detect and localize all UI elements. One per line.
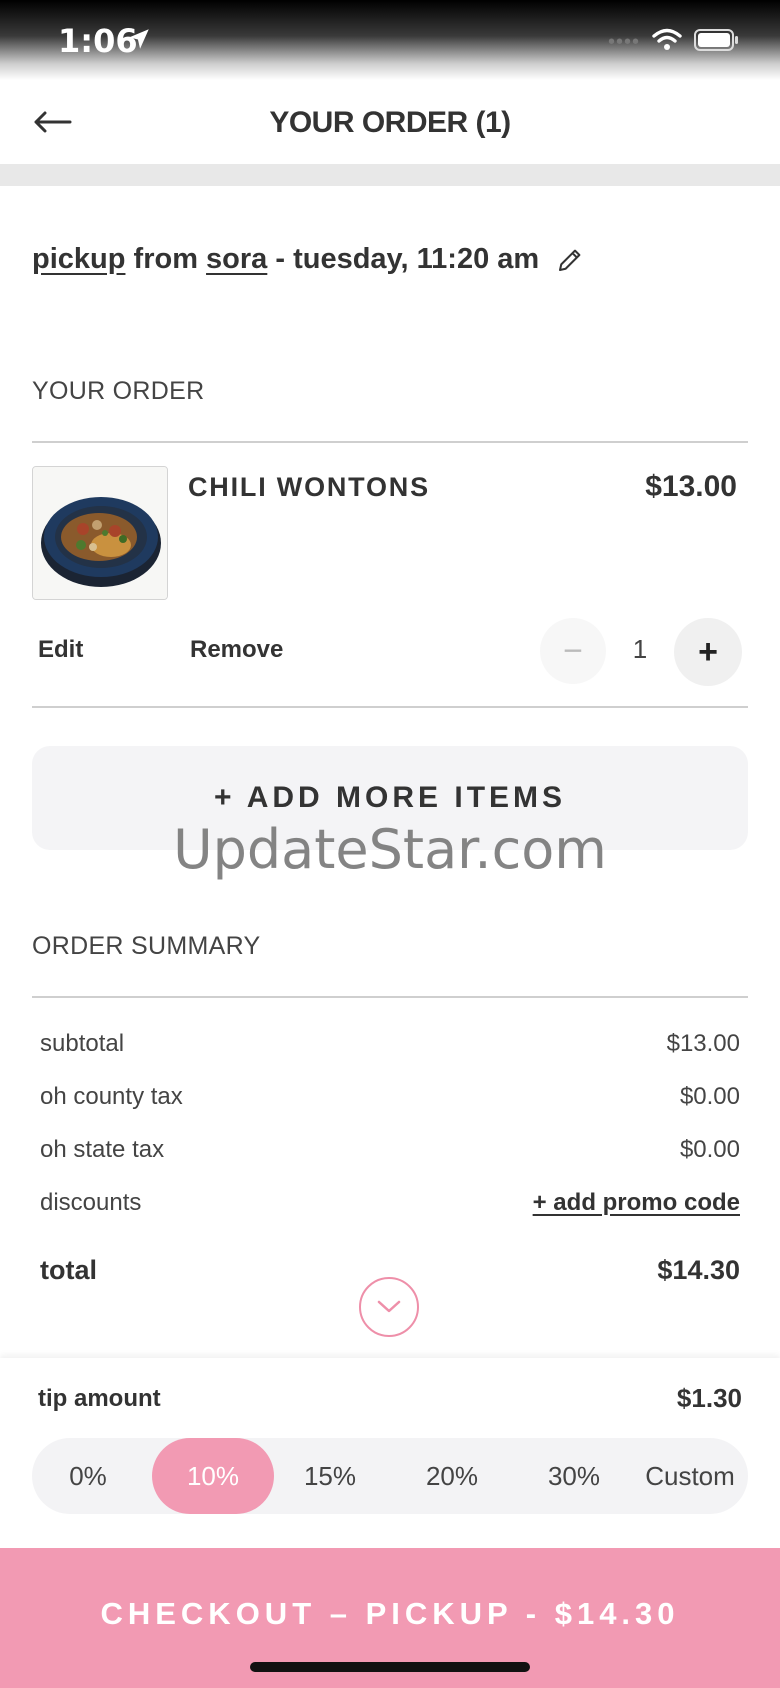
summary-label: oh state tax: [40, 1136, 165, 1163]
divider: [32, 441, 748, 443]
summary-row-county-tax: oh county tax $0.00: [40, 1083, 740, 1111]
summary-value: $0.00: [679, 1136, 740, 1163]
pencil-icon[interactable]: [555, 245, 585, 275]
signal-icon: ••••: [607, 31, 640, 53]
tip-amount-label: tip amount: [38, 1385, 161, 1412]
pickup-details[interactable]: pickup from sora - tuesday, 11:20 am: [32, 243, 585, 276]
item-name: CHILI WONTONS: [188, 472, 430, 502]
tip-amount-value: $1.30: [676, 1383, 742, 1413]
tip-option-15[interactable]: 15%: [274, 1438, 386, 1514]
remove-item-button[interactable]: Remove: [190, 636, 283, 664]
add-promo-code-link[interactable]: + add promo code: [533, 1189, 740, 1217]
status-bar: 1:06 ••••: [0, 0, 780, 80]
tip-option-20[interactable]: 20%: [396, 1438, 508, 1514]
divider: [32, 996, 748, 998]
battery-icon: [694, 28, 740, 57]
divider: [32, 706, 748, 708]
tip-option-custom[interactable]: Custom: [632, 1438, 748, 1514]
watermark: UpdateStar.com: [173, 818, 607, 881]
pickup-from-text: from: [133, 243, 198, 275]
location-arrow-icon: [126, 26, 152, 57]
quantity-value: 1: [632, 634, 648, 664]
order-summary-heading: ORDER SUMMARY: [32, 932, 261, 960]
increase-quantity-button[interactable]: +: [674, 618, 742, 686]
total-label: total: [40, 1255, 97, 1285]
tip-option-30[interactable]: 30%: [518, 1438, 630, 1514]
chevron-down-icon[interactable]: [359, 1277, 419, 1337]
summary-label: oh county tax: [40, 1083, 183, 1110]
summary-value: $13.00: [666, 1030, 740, 1057]
summary-row-state-tax: oh state tax $0.00: [40, 1136, 740, 1164]
summary-label: subtotal: [40, 1030, 125, 1057]
status-indicators: ••••: [608, 28, 740, 57]
pickup-time-text: - tuesday, 11:20 am: [275, 243, 540, 275]
summary-value: $0.00: [679, 1083, 740, 1110]
summary-label: discounts: [40, 1189, 142, 1216]
item-price: $13.00: [645, 470, 737, 503]
divider-band: [0, 164, 780, 186]
item-image: [32, 466, 168, 600]
total-value: $14.30: [657, 1255, 740, 1285]
pickup-store-link[interactable]: sora: [206, 243, 267, 276]
tip-option-10[interactable]: 10%: [152, 1438, 274, 1514]
page-title: YOUR ORDER (1): [269, 106, 511, 139]
summary-row-discounts: discounts + add promo code: [40, 1189, 740, 1217]
nav-header: YOUR ORDER (1): [0, 80, 780, 164]
tip-selector: 0% 10% 15% 20% 30% Custom: [32, 1438, 748, 1514]
decrease-quantity-button[interactable]: −: [540, 618, 606, 684]
home-indicator: [250, 1662, 530, 1672]
your-order-heading: YOUR ORDER: [32, 377, 205, 405]
edit-item-button[interactable]: Edit: [38, 636, 83, 664]
pickup-mode-link[interactable]: pickup: [32, 243, 125, 276]
wifi-icon: [652, 28, 682, 57]
tip-option-0[interactable]: 0%: [32, 1438, 144, 1514]
summary-row-subtotal: subtotal $13.00: [40, 1030, 740, 1058]
checkout-label: CHECKOUT – PICKUP - $14.30: [100, 1596, 680, 1631]
